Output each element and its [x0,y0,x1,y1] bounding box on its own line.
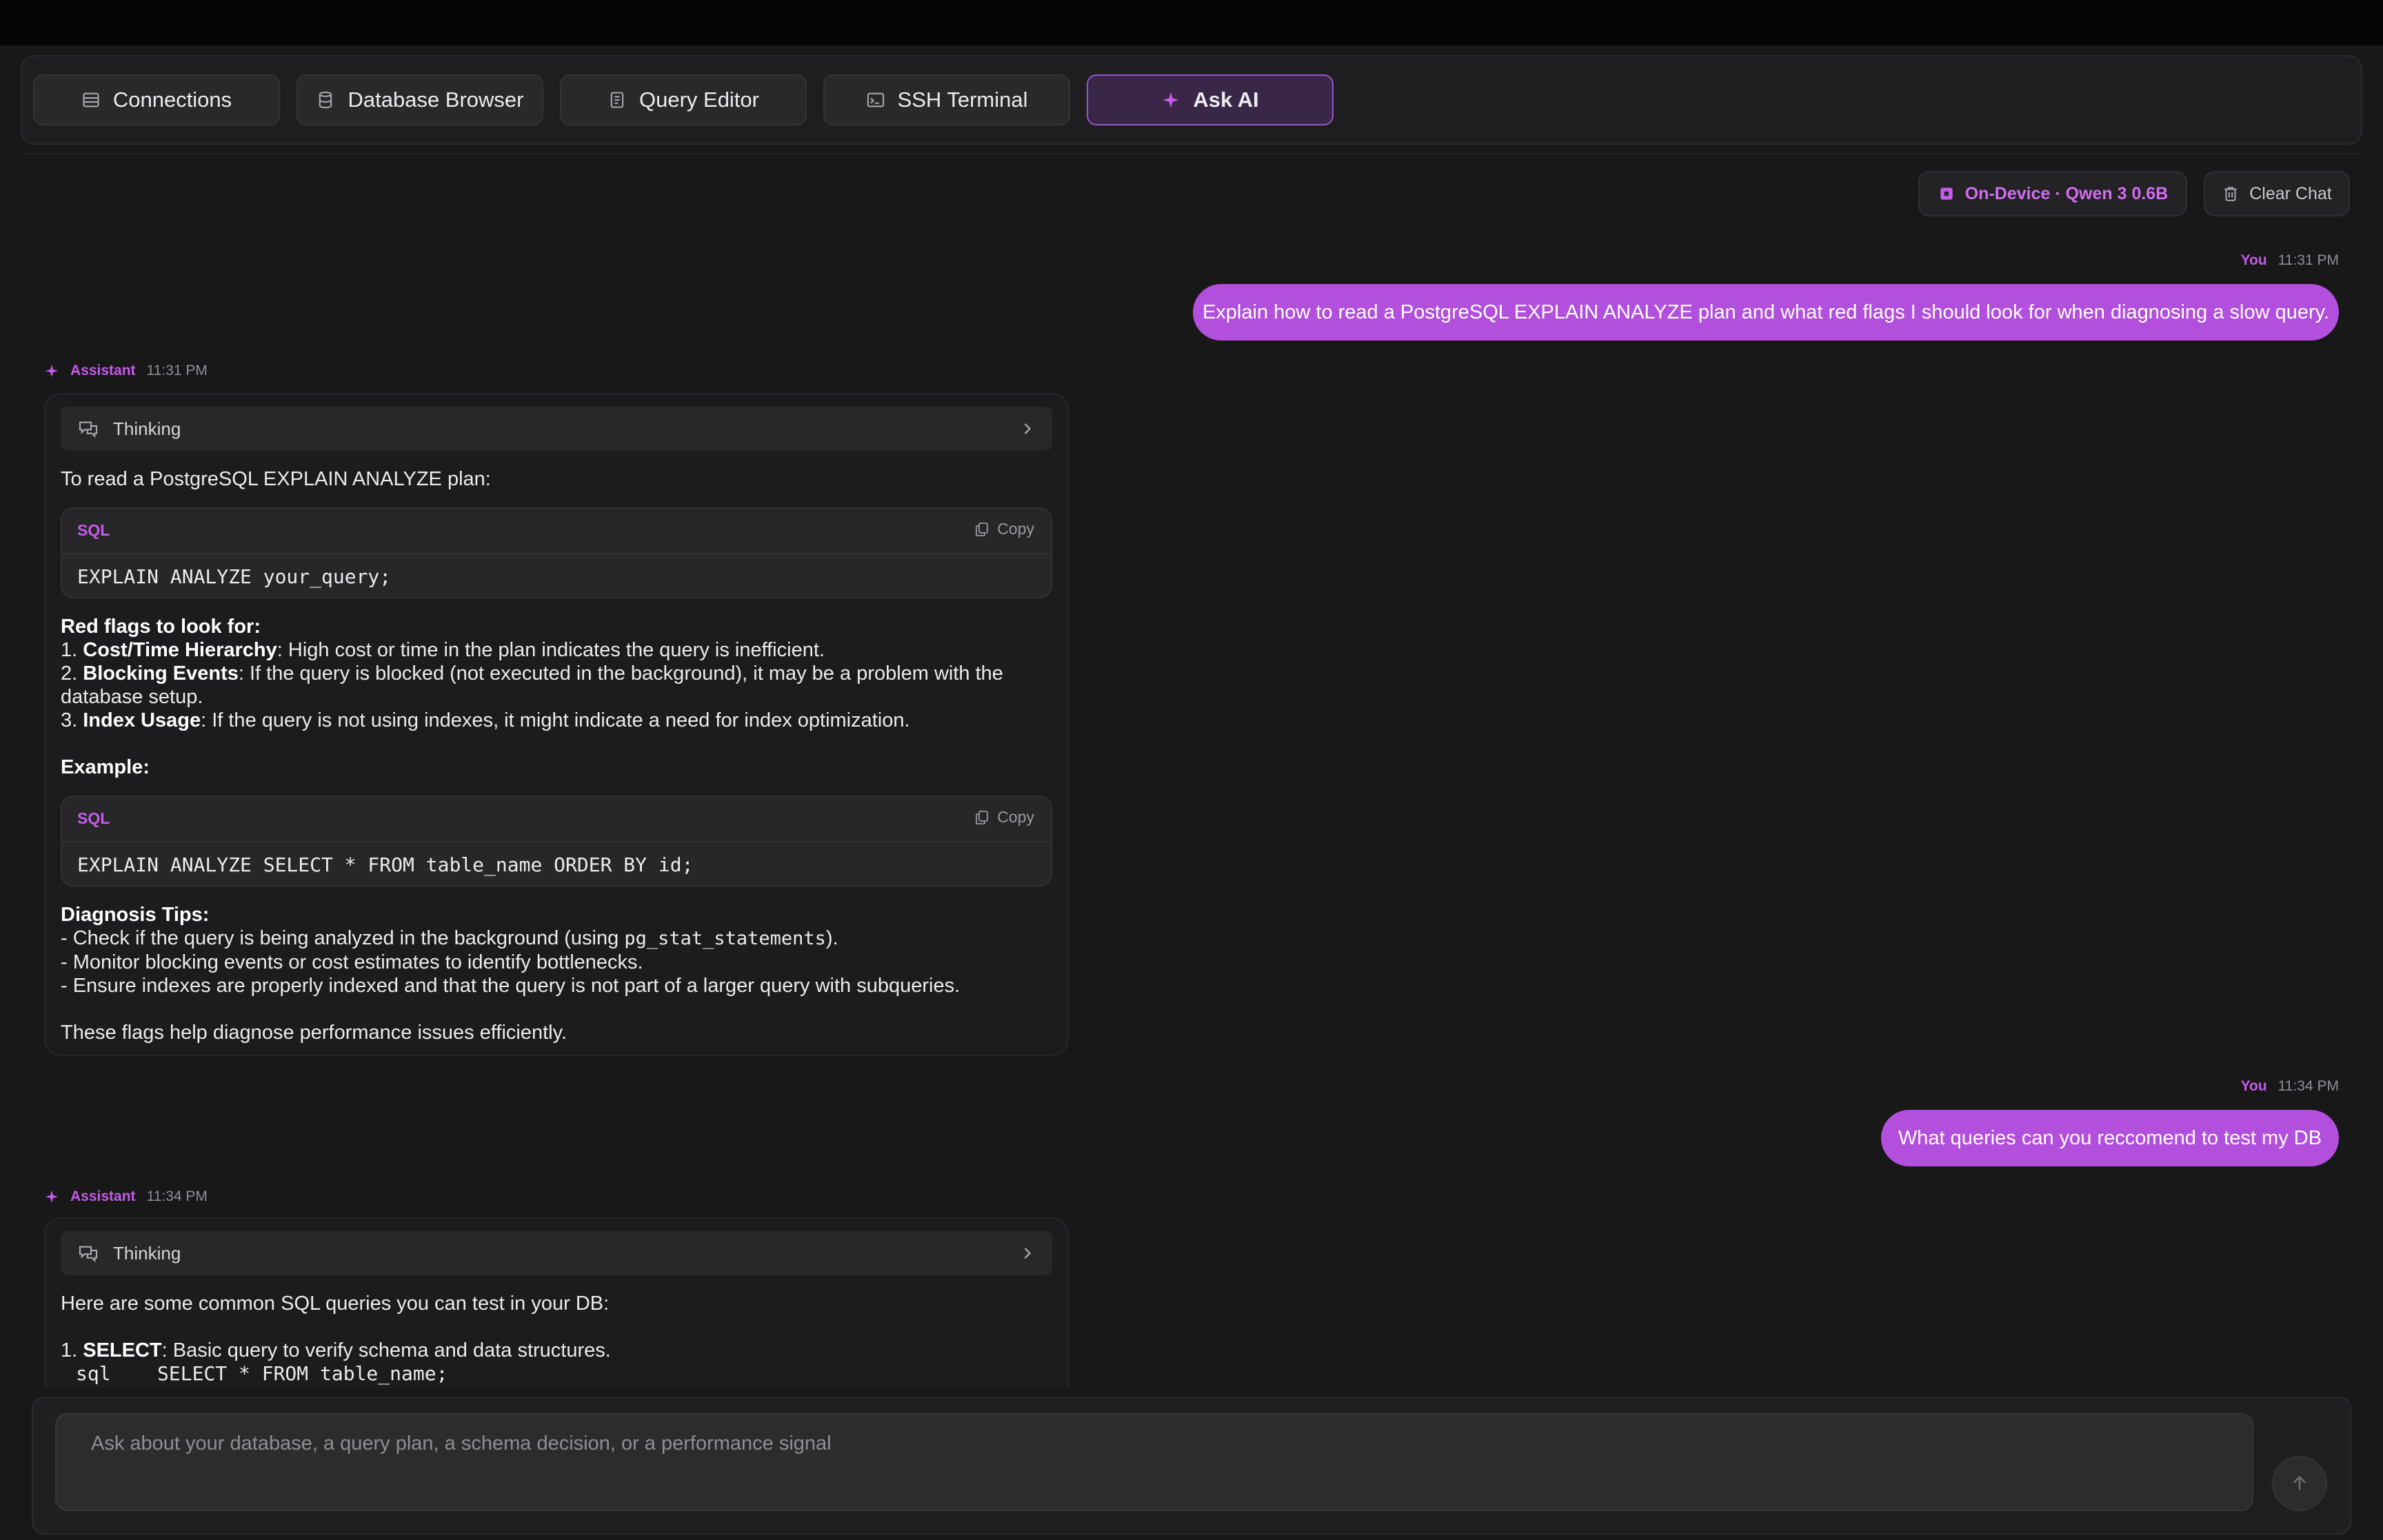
diagnosis-tips-section: Diagnosis Tips: - Check if the query is … [61,903,1052,997]
arrow-up-icon [2293,1475,2306,1490]
chat-bubbles-icon [79,421,98,438]
message-meta: You 11:31 PM [2241,252,2339,269]
message-meta: Assistant 11:34 PM [44,1188,208,1205]
list-item: 1. SELECT: Basic query to verify schema … [61,1339,611,1361]
message-paragraph: To read a PostgreSQL EXPLAIN ANALYZE pla… [61,468,491,490]
tab-label: Connections [112,88,232,112]
user-message-bubble: Explain how to read a PostgreSQL EXPLAIN… [1193,284,2339,341]
tab-label: Database Browser [348,88,524,112]
list-item: - Ensure indexes are properly indexed an… [61,975,961,997]
message-time: 11:34 PM [2278,1078,2339,1094]
file-icon [610,92,624,108]
tab-label: Query Editor [639,88,759,112]
copy-icon [976,810,989,824]
message-meta: You 11:34 PM [2241,1078,2339,1095]
database-icon [319,91,332,109]
list-item: - Monitor blocking events or cost estima… [61,951,643,973]
code-block: SQL Copy EXPLAIN ANALYZE your_query; [61,507,1052,598]
copy-icon [976,522,989,536]
chat-bubbles-icon [79,1246,98,1263]
code-content: EXPLAIN ANALYZE SELECT * FROM table_name… [77,853,694,876]
list-item: - Check if the query is being analyzed i… [61,927,838,949]
copy-label: Copy [997,808,1034,826]
tab-label: SSH Terminal [897,88,1028,112]
message-meta: Assistant 11:31 PM [44,363,208,379]
message-paragraph: These flags help diagnose performance is… [61,1022,567,1044]
clear-chat-button[interactable]: Clear Chat [2204,171,2350,216]
message-paragraph: Here are some common SQL queries you can… [61,1293,610,1315]
sender-name: You [2240,1078,2267,1094]
sender-name: Assistant [70,363,136,378]
code-content: EXPLAIN ANALYZE your_query; [77,565,392,588]
sparkle-icon [1163,92,1179,108]
sparkle-icon [45,1190,59,1204]
section-heading: Example: [61,756,150,778]
chip-icon [1940,188,1953,200]
assistant-message-card: Thinking Here are some common SQL querie… [44,1217,1069,1388]
section-heading: Diagnosis Tips: [61,904,210,926]
inline-code: sql SELECT * FROM table_name; [76,1362,448,1385]
send-button[interactable] [2272,1456,2327,1511]
message-time: 11:31 PM [2278,252,2339,268]
copy-code-button[interactable]: Copy [974,520,1034,538]
model-label: On-Device · Qwen 3 0.6B [1964,183,2169,203]
code-block: SQL Copy EXPLAIN ANALYZE SELECT * FROM t… [61,796,1052,886]
user-message-bubble: What queries can you reccomend to test m… [1881,1110,2339,1166]
thinking-label: Thinking [113,1242,181,1264]
tab-ssh-terminal[interactable]: SSH Terminal [823,74,1070,125]
server-icon [83,92,99,108]
clear-chat-label: Clear Chat [2249,183,2332,203]
copy-code-button[interactable]: Copy [974,808,1034,827]
message-time: 11:31 PM [146,363,208,378]
thinking-toggle[interactable]: Thinking [61,1231,1052,1275]
message-time: 11:34 PM [146,1188,208,1204]
thinking-label: Thinking [113,418,181,439]
tab-database-browser[interactable]: Database Browser [296,74,543,125]
code-language: SQL [77,521,110,539]
header-divider [21,153,2362,154]
section-heading: Red flags to look for: [61,616,261,638]
chevron-right-icon [1024,423,1032,434]
tab-ask-ai[interactable]: Ask AI [1087,74,1334,125]
sparkle-icon [45,364,59,378]
trash-icon [2224,187,2237,201]
list-item: 3. Index Usage: If the query is not usin… [61,709,910,731]
list-item: 2. Blocking Events: If the query is bloc… [61,662,1003,708]
copy-label: Copy [997,520,1034,538]
sender-name: Assistant [70,1188,136,1204]
main-tabs: Connections Database Browser Query Edito… [21,55,2362,145]
chevron-right-icon [1024,1248,1032,1259]
chat-input[interactable] [55,1413,2253,1511]
code-language: SQL [77,809,110,827]
tab-connections[interactable]: Connections [33,74,280,125]
assistant-message-card: Thinking To read a PostgreSQL EXPLAIN AN… [44,393,1069,1056]
sender-name: You [2240,252,2267,268]
tab-label: Ask AI [1193,88,1259,112]
terminal-icon [867,92,884,108]
window-title-bar [0,0,2383,45]
tab-query-editor[interactable]: Query Editor [560,74,807,125]
red-flags-section: Red flags to look for: 1. Cost/Time Hier… [61,615,1052,732]
model-selector-button[interactable]: On-Device · Qwen 3 0.6B [1918,171,2187,216]
list-item: 1. Cost/Time Hierarchy: High cost or tim… [61,639,825,661]
thinking-toggle[interactable]: Thinking [61,407,1052,451]
